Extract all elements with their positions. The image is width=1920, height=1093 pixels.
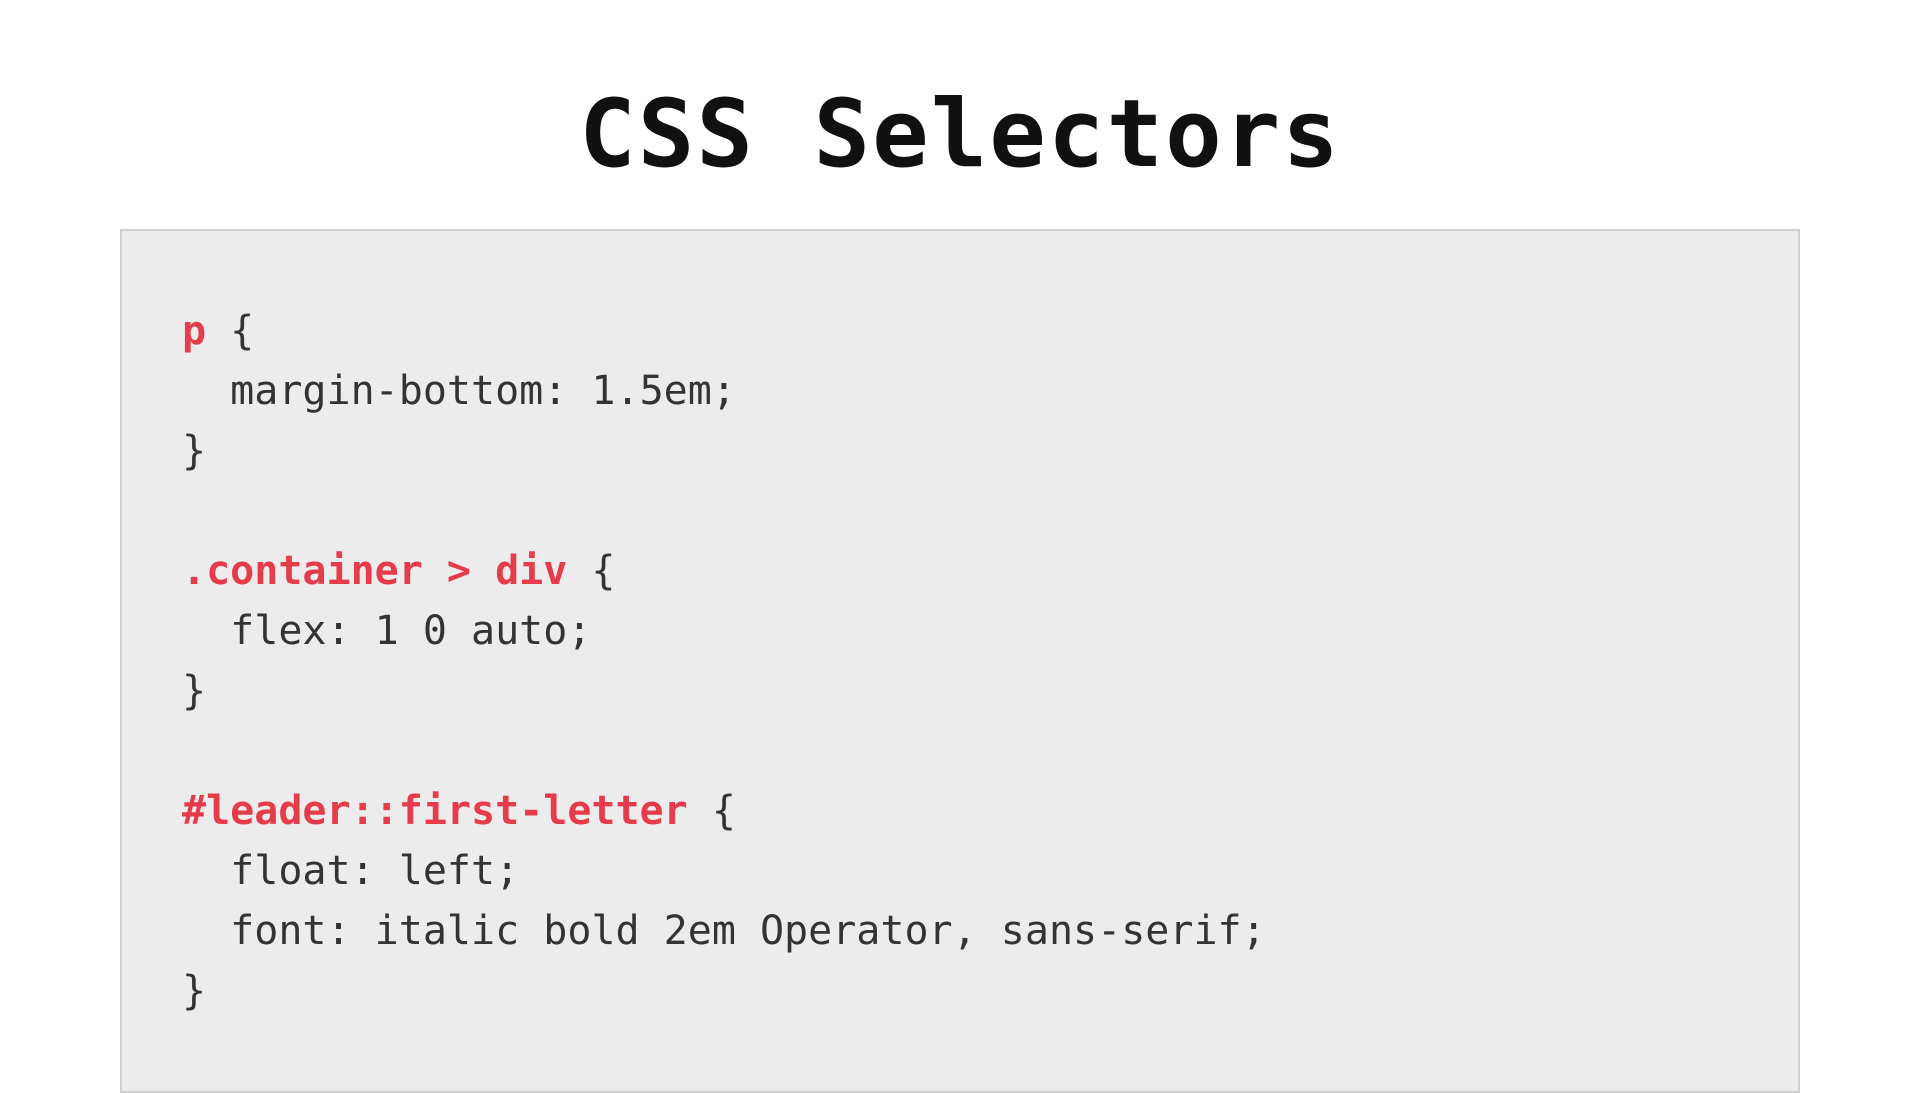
decl-3-1: font: italic bold 2em Operator, sans-ser… [230,908,1266,954]
brace-close-3: } [182,968,206,1014]
decl-2-0: flex: 1 0 auto; [230,608,591,654]
decl-3-0: float: left; [230,848,519,894]
brace-open-1: { [206,308,254,354]
decl-1-0: margin-bottom: 1.5em; [230,368,736,414]
brace-open-2: { [567,548,615,594]
slide-title: CSS Selectors [579,80,1341,189]
brace-open-3: { [688,788,736,834]
slide: CSS Selectors p { margin-bottom: 1.5em; … [0,0,1920,1080]
selector-2: .container > div [182,548,567,594]
brace-close-1: } [182,428,206,474]
brace-close-2: } [182,668,206,714]
selector-1: p [182,308,206,354]
code-block: p { margin-bottom: 1.5em; } .container >… [120,229,1800,1093]
selector-3: #leader::first-letter [182,788,688,834]
